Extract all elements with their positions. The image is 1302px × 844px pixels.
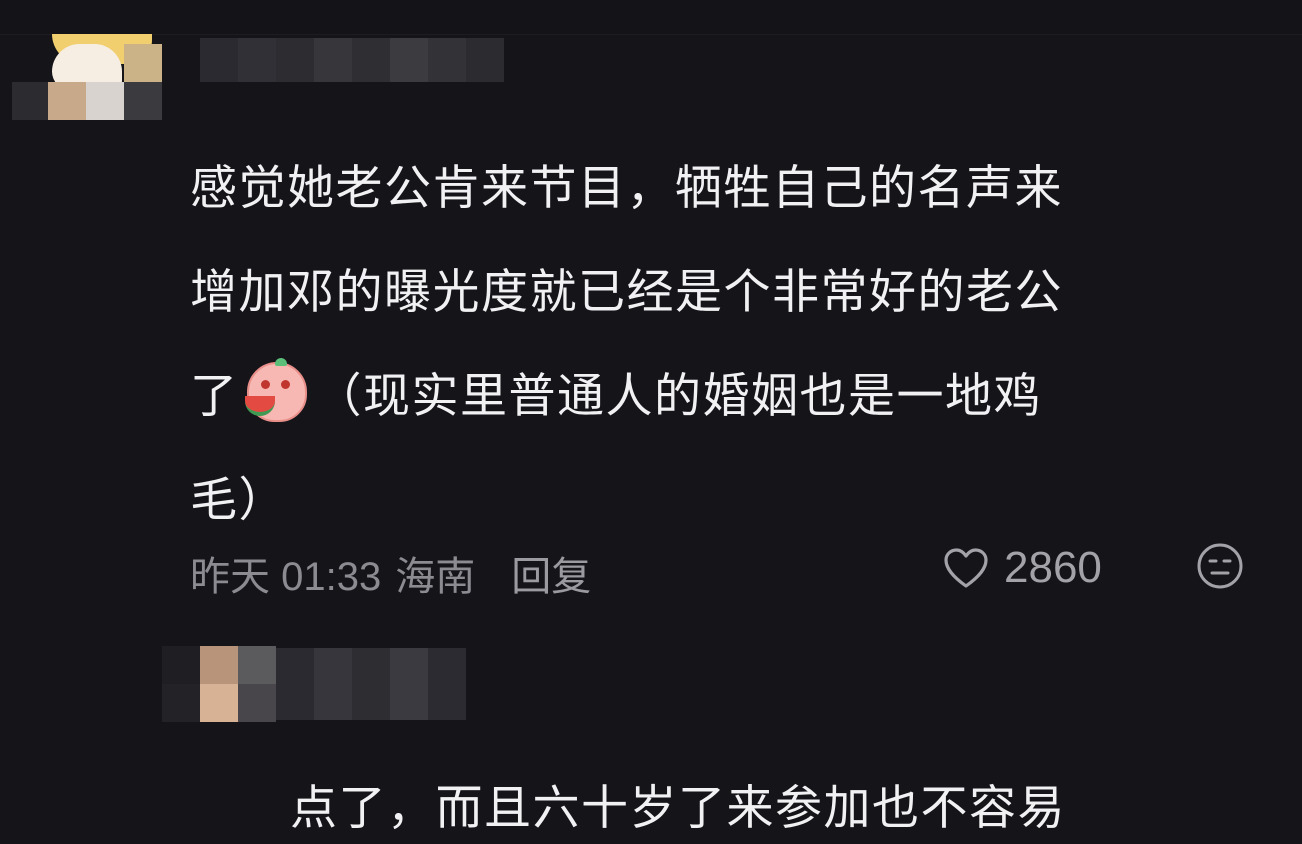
comment-line: （现实里普通人的婚姻也是一地鸡 [314,369,1042,424]
comment-time: 昨天 01:33 [190,555,382,599]
username-blurred[interactable] [200,38,504,82]
top-edge [0,0,1302,35]
comment-location: 海南 [395,555,476,599]
reply-button[interactable]: 回复 [511,555,591,599]
like-count: 2860 [1004,543,1102,592]
comment-line: 了 [190,369,239,424]
comment-text: 感觉她老公肯来节目，牺牲自己的名声来 增加邓的曝光度就已经是个非常好的老公 了 … [190,137,1270,553]
comment-meta: 昨天 01:33 海南 回复 2860 [190,540,1250,599]
comment-line: 增加邓的曝光度就已经是个非常好的老公 [190,265,1063,320]
comment-line: 毛） [190,473,287,528]
neutral-face-icon[interactable] [1196,542,1244,590]
username-blurred[interactable] [276,648,466,720]
heart-outline-icon [944,548,988,588]
like-button[interactable]: 2860 [942,540,1102,596]
watermelon-emoji-icon [241,358,309,422]
avatar[interactable] [162,646,276,722]
comment-text: 点了，而且六十岁了来参加也不容易 [290,781,1066,836]
comment-line: 感觉她老公肯来节目，牺牲自己的名声来 [190,161,1063,216]
avatar[interactable] [12,34,162,120]
